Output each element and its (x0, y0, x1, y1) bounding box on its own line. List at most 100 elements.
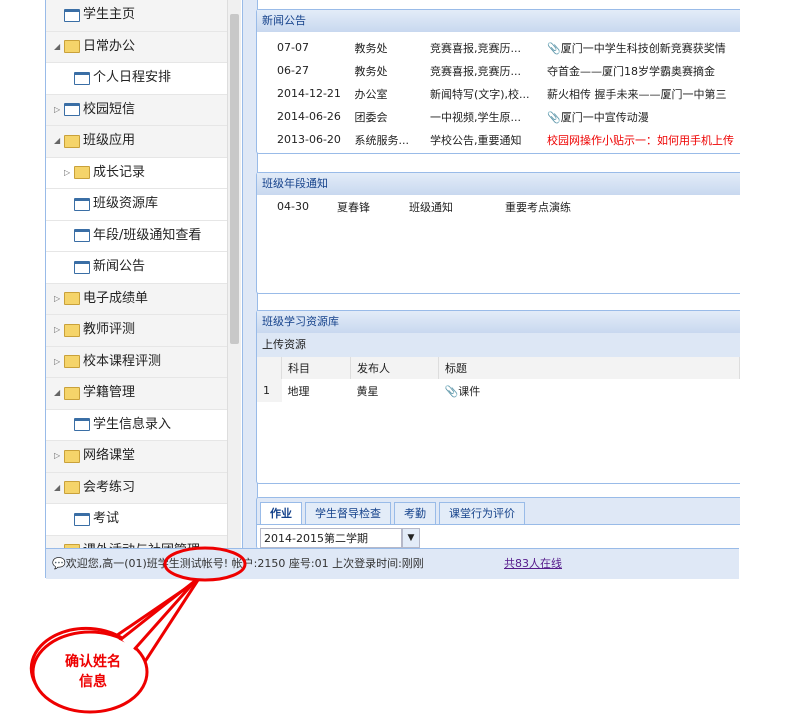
notice-date: 04-30 (277, 200, 309, 213)
news-date: 2014-12-21 (277, 87, 341, 100)
sidebar-item[interactable]: 个人日程安排 (46, 63, 227, 95)
news-title-text[interactable]: 厦门一中宣传动漫 (561, 111, 649, 124)
sidebar-item[interactable]: 班级资源库 (46, 189, 227, 221)
table-row[interactable]: 07-07 教务处 竞赛喜报,竞赛历... 📎厦门一中学生科技创新竞赛获奖情 (271, 36, 740, 59)
notice-type: 班级通知 (409, 200, 453, 214)
sidebar-scrollbar[interactable] (227, 0, 241, 548)
folder-icon (64, 481, 80, 495)
row-number: 1 (257, 379, 282, 402)
collapse-arrow-icon[interactable]: ◢ (54, 378, 64, 408)
cell-subject: 地理 (287, 384, 310, 398)
expand-arrow-icon[interactable]: ▷ (64, 158, 74, 188)
term-select[interactable]: 2014-2015第二学期 ▼ (257, 525, 740, 549)
sidebar-item[interactable]: ▷ 校园短信 (46, 94, 227, 126)
notice-table: 04-30 夏春锋 班级通知 重要考点演练 (271, 195, 577, 218)
tab-attendance[interactable]: 考勤 (394, 502, 436, 524)
expand-arrow-icon[interactable]: ▷ (54, 284, 64, 314)
message-icon (64, 103, 80, 117)
news-title[interactable]: 📎厦门一中学生科技创新竞赛获奖情 (541, 36, 740, 59)
news-title[interactable]: 薪火相传 握手未来——厦门一中第三 (541, 82, 740, 105)
resources-panel: 班级学习资源库 上传资源 科目 发布人 标题 1 地理 黄星 📎课件 (256, 310, 740, 484)
news-title-text[interactable]: 薪火相传 握手未来——厦门一中第三 (547, 88, 727, 101)
sidebar-item[interactable]: ▷ 教师评测 (46, 315, 227, 347)
news-dept: 教务处 (354, 64, 388, 78)
cell-title[interactable]: 课件 (458, 385, 480, 398)
expand-arrow-icon[interactable]: ▷ (54, 315, 64, 345)
table-row[interactable]: 2013-06-20 系统服务... 学校公告,重要通知 校园网操作小贴示一：如何用手… (271, 128, 740, 151)
sidebar-item[interactable]: 学生主页 (46, 0, 227, 32)
table-row[interactable]: 06-27 教务处 竞赛喜报,竞赛历... 夺首金——厦门18岁学霸奥赛摘金 (271, 59, 740, 82)
sidebar-item-label: 班级应用 (83, 133, 136, 149)
news-title-text[interactable]: 厦门一中学生科技创新竞赛获奖情 (561, 42, 726, 55)
sidebar-item-label: 网络课堂 (83, 448, 136, 464)
table-row[interactable]: 2014-12-21 办公室 新闻特写(文字),校... 薪火相传 握手未来——厦门一… (271, 82, 740, 105)
tabs-panel: 作业 学生督导检查 考勤 课堂行为评价 2014-2015第二学期 ▼ (256, 497, 740, 549)
sidebar-item-label: 教师评测 (83, 322, 136, 338)
notice-title[interactable]: 重要考点演练 (499, 195, 577, 218)
table-row[interactable]: 1 地理 黄星 📎课件 (257, 379, 740, 402)
sidebar-item[interactable]: ◢ 班级应用 (46, 126, 227, 158)
sidebar-item-label: 会考练习 (83, 479, 136, 495)
news-cat: 学校公告,重要通知 (429, 133, 522, 147)
sidebar-item[interactable]: ◢ 会考练习 (46, 472, 227, 504)
online-users-link[interactable]: 共83人在线 (504, 549, 562, 579)
sidebar-item[interactable]: ◢ 日常办公 (46, 31, 227, 63)
sidebar-item[interactable]: 学生信息录入 (46, 409, 227, 441)
sidebar-item-label: 新闻公告 (93, 259, 146, 275)
news-cat: 竞赛喜报,竞赛历... (429, 41, 521, 55)
sidebar-item[interactable]: 新闻公告 (46, 252, 227, 284)
sidebar-item-label: 成长记录 (93, 164, 146, 180)
folder-icon (64, 386, 80, 400)
sidebar-item[interactable]: 考试 (46, 504, 227, 536)
tab-supervision[interactable]: 学生督导检查 (305, 502, 391, 524)
expand-arrow-icon[interactable]: ▷ (54, 95, 64, 125)
page-icon (74, 71, 90, 85)
news-title[interactable]: 夺首金——厦门18岁学霸奥赛摘金 (541, 59, 740, 82)
news-dept: 教务处 (354, 41, 388, 55)
sidebar-item[interactable]: ▷ 成长记录 (46, 157, 227, 189)
chevron-down-icon[interactable]: ▼ (402, 528, 420, 548)
panel-title: 新闻公告 (257, 10, 740, 32)
app-window: 学生主页 ◢ 日常办公 个人日程安排 ▷ 校园短信 ◢ 班级应用 ▷ 成长记录 班级资源库 年段/班级… (45, 0, 740, 579)
sidebar-item-label: 学生信息录入 (93, 416, 172, 432)
sidebar-item[interactable]: ◢ 学籍管理 (46, 378, 227, 410)
sidebar-item[interactable]: ▷ 电子成绩单 (46, 283, 227, 315)
folder-icon (64, 355, 80, 369)
upload-resources-link[interactable]: 上传资源 (257, 333, 740, 357)
news-title[interactable]: 📎厦门一中宣传动漫 (541, 105, 740, 128)
folder-icon (74, 166, 90, 180)
sidebar-item-label: 考试 (93, 511, 120, 527)
collapse-arrow-icon[interactable]: ◢ (54, 32, 64, 62)
news-date: 07-07 (277, 41, 309, 54)
news-panel: 新闻公告 07-07 教务处 竞赛喜报,竞赛历... 📎厦门一中学生科技创新竞赛获奖情… (256, 9, 740, 154)
sidebar-item-label: 日常办公 (83, 38, 136, 54)
news-title-text[interactable]: 夺首金——厦门18岁学霸奥赛摘金 (547, 65, 715, 78)
page-icon (74, 418, 90, 432)
page-icon (74, 229, 90, 243)
sidebar-item-label: 电子成绩单 (83, 290, 149, 306)
sidebar-item[interactable]: ▷ 校本课程评测 (46, 346, 227, 378)
page-icon (64, 8, 80, 22)
col-title[interactable]: 标题 (438, 357, 740, 379)
sidebar-item[interactable]: 年段/班级通知查看 (46, 220, 227, 252)
expand-arrow-icon[interactable]: ▷ (54, 441, 64, 471)
expand-arrow-icon[interactable]: ▷ (54, 347, 64, 377)
news-title[interactable]: 校园网操作小贴示一：如何用手机上传 (541, 128, 740, 151)
col-subject[interactable]: 科目 (281, 357, 351, 379)
tab-homework[interactable]: 作业 (260, 502, 302, 524)
tab-behavior[interactable]: 课堂行为评价 (439, 502, 525, 524)
scrollbar-thumb[interactable] (230, 14, 239, 344)
sidebar-item-label: 班级资源库 (93, 196, 159, 212)
collapse-arrow-icon[interactable]: ◢ (54, 473, 64, 503)
paperclip-icon: 📎 (547, 41, 561, 55)
news-title-text[interactable]: 校园网操作小贴示一：如何用手机上传 (547, 134, 734, 147)
sidebar-item[interactable]: ▷ 网络课堂 (46, 441, 227, 473)
col-publisher[interactable]: 发布人 (350, 357, 439, 379)
news-dept: 办公室 (354, 87, 388, 101)
paperclip-icon: 📎 (444, 384, 459, 398)
table-row[interactable]: 2014-06-26 团委会 一中视频,学生原... 📎厦门一中宣传动漫 (271, 105, 740, 128)
table-row[interactable]: 04-30 夏春锋 班级通知 重要考点演练 (271, 195, 577, 218)
notice-person: 夏春锋 (337, 200, 370, 214)
sidebar-item-label: 学生主页 (83, 7, 136, 23)
collapse-arrow-icon[interactable]: ◢ (54, 126, 64, 156)
